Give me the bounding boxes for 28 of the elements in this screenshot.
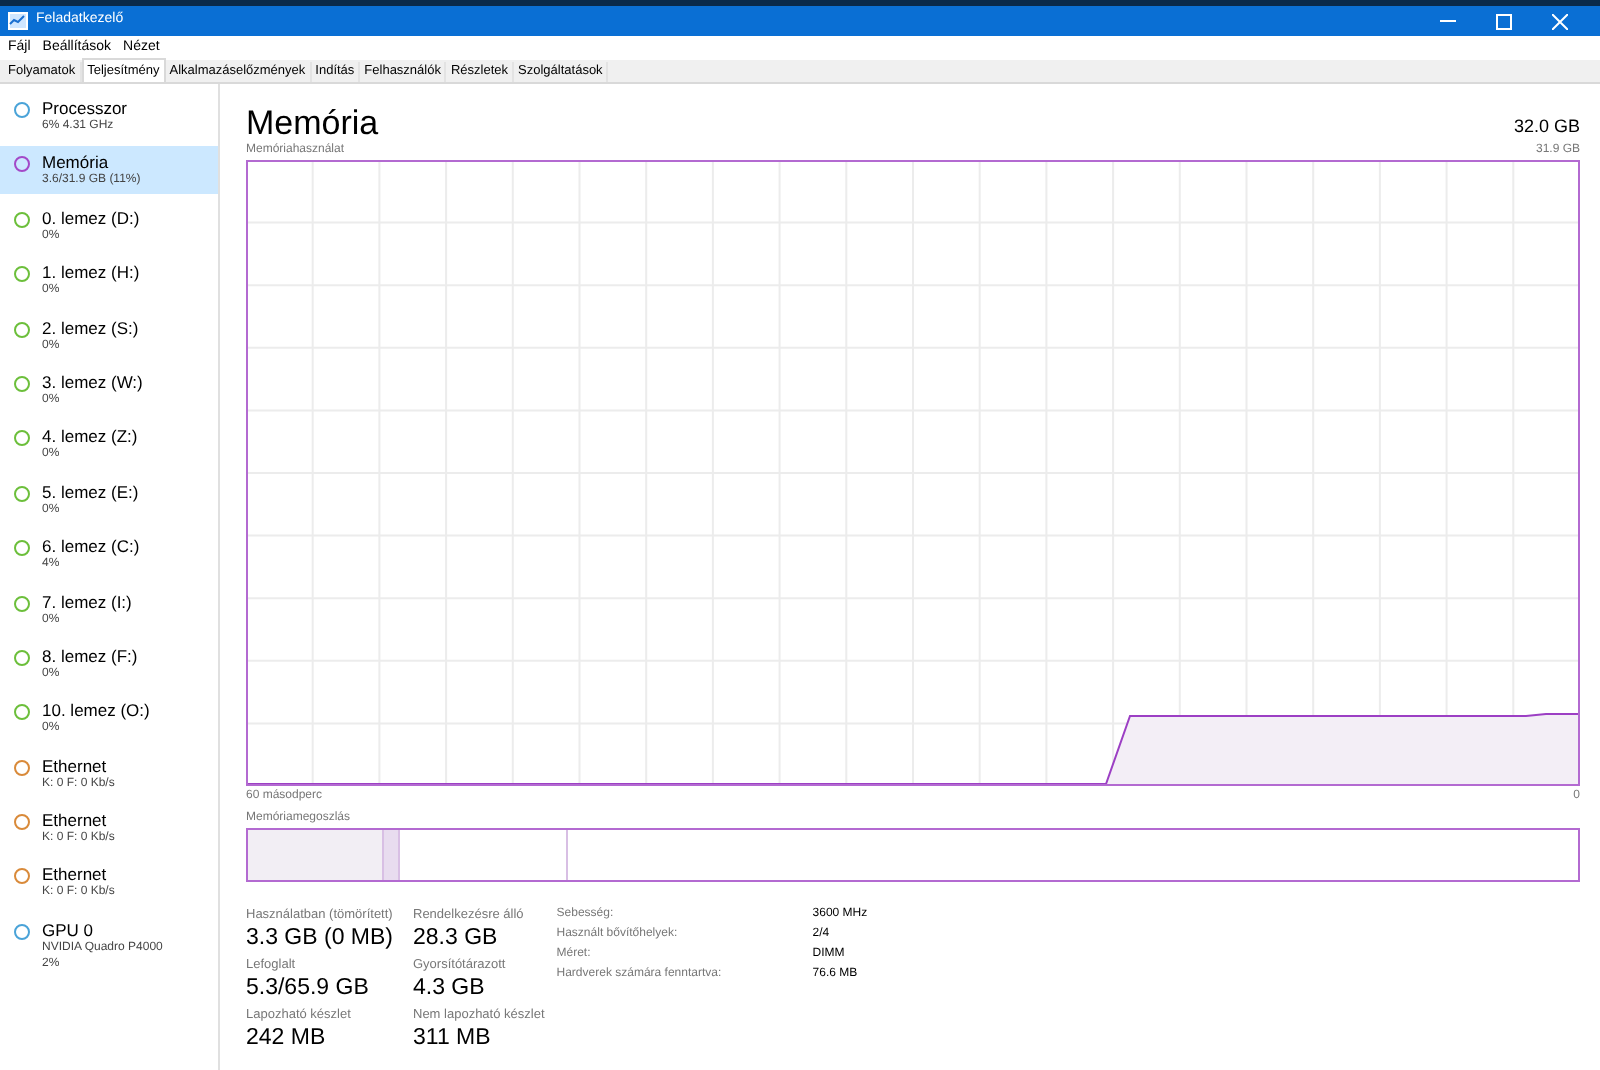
stat-value: 242 MB [246, 1024, 328, 1052]
item-name: 1. lemez (H:) [42, 262, 140, 283]
close-icon[interactable] [1552, 13, 1568, 29]
item-name: 3. lemez (W:) [42, 371, 143, 392]
item-name: 0. lemez (D:) [42, 207, 140, 228]
item-name: GPU 0 [42, 919, 96, 940]
item-name: 6. lemez (C:) [42, 536, 140, 557]
page-title: Memória [246, 106, 379, 140]
item-name: Memória [42, 152, 111, 173]
item-name: 5. lemez (E:) [42, 481, 139, 502]
stat-value: 311 MB [413, 1024, 493, 1052]
stat-value: 4.3 GB [413, 974, 487, 1002]
item-name: 8. lemez (F:) [42, 645, 138, 666]
item-name: 2. lemez (S:) [42, 317, 139, 338]
stat-value: 28.3 GB [413, 924, 500, 952]
item-name: 4. lemez (Z:) [42, 426, 138, 447]
memory-total: 32.0 GB [1513, 113, 1580, 139]
item-name: Ethernet [42, 755, 109, 776]
item-name: 10. lemez (O:) [42, 700, 150, 721]
app-icon [8, 12, 28, 30]
maximize-icon[interactable] [1496, 13, 1512, 29]
minimize-icon[interactable] [1440, 19, 1456, 23]
item-name: Ethernet [42, 864, 109, 885]
stat-value: 5.3/65.9 GB [246, 974, 371, 1002]
stat-value: 3.3 GB (0 MB) [246, 924, 393, 952]
item-name: Processzor [42, 98, 128, 118]
item-name: Ethernet [42, 810, 109, 831]
item-name: 7. lemez (I:) [42, 591, 132, 612]
